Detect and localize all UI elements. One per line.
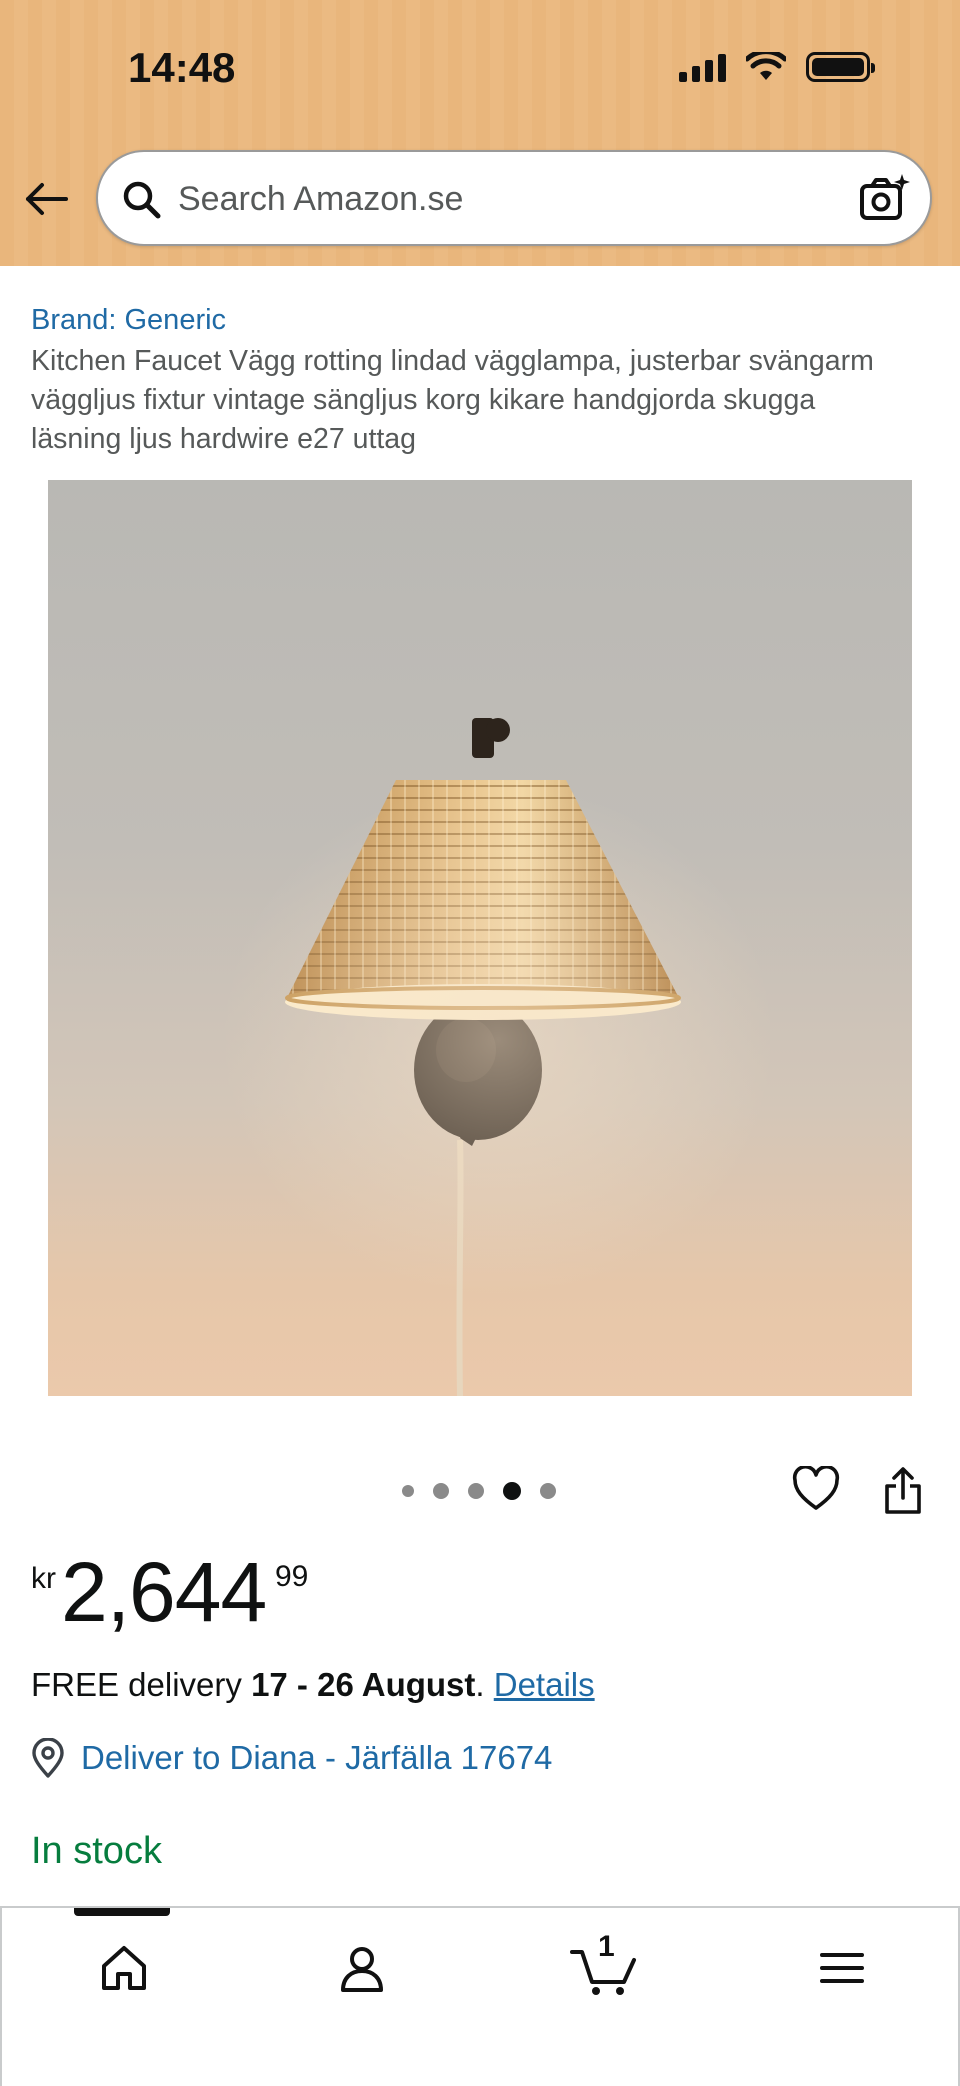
carousel-dot[interactable]: [540, 1483, 556, 1499]
delivery-dates: 17 - 26 August: [251, 1666, 476, 1703]
stock-status: In stock: [31, 1830, 162, 1872]
menu-icon[interactable]: [812, 1938, 872, 1998]
carousel-dot-active[interactable]: [503, 1482, 521, 1500]
delivery-info: FREE delivery 17 - 26 August. Details: [31, 1666, 595, 1704]
carousel-dot[interactable]: [402, 1485, 414, 1497]
delivery-suffix: .: [475, 1666, 494, 1703]
brand-link[interactable]: Brand: Generic: [31, 304, 226, 337]
image-carousel-dots[interactable]: [402, 1482, 556, 1500]
delivery-prefix: FREE delivery: [31, 1666, 252, 1703]
battery-icon: [806, 52, 875, 82]
location-pin-icon: [32, 1738, 64, 1778]
status-time: 14:48: [128, 44, 236, 91]
carousel-dot[interactable]: [468, 1483, 484, 1499]
search-bar[interactable]: [96, 150, 932, 246]
home-icon[interactable]: [94, 1938, 154, 1998]
price-currency: kr: [31, 1562, 56, 1595]
search-icon: [123, 181, 161, 219]
back-arrow-icon[interactable]: [22, 174, 72, 224]
wishlist-heart-icon[interactable]: [792, 1466, 840, 1512]
price-fraction: 99: [275, 1560, 309, 1593]
carousel-dot[interactable]: [433, 1483, 449, 1499]
delivery-details-link[interactable]: Details: [494, 1666, 595, 1703]
account-icon[interactable]: [332, 1938, 392, 1998]
product-image[interactable]: [48, 480, 912, 1396]
active-tab-indicator: [74, 1908, 170, 1916]
price-whole: 2,644: [61, 1545, 267, 1639]
search-input[interactable]: [178, 170, 818, 228]
bottom-nav: 1: [0, 1906, 960, 2086]
product-title: Kitchen Faucet Vägg rotting lindad väggl…: [31, 345, 874, 455]
cellular-signal-icon: [679, 52, 726, 82]
deliver-to-location[interactable]: Deliver to Diana - Järfälla 17674: [31, 1738, 552, 1778]
cart-button[interactable]: 1: [568, 1930, 640, 1998]
deliver-to-text[interactable]: Deliver to Diana - Järfälla 17674: [81, 1739, 552, 1777]
header: 14:48: [0, 0, 960, 266]
share-icon[interactable]: [882, 1466, 924, 1516]
camera-search-icon[interactable]: [858, 172, 912, 226]
cart-count-badge: 1: [598, 1930, 615, 1963]
status-icons: [679, 52, 875, 82]
wifi-icon: [746, 52, 786, 80]
